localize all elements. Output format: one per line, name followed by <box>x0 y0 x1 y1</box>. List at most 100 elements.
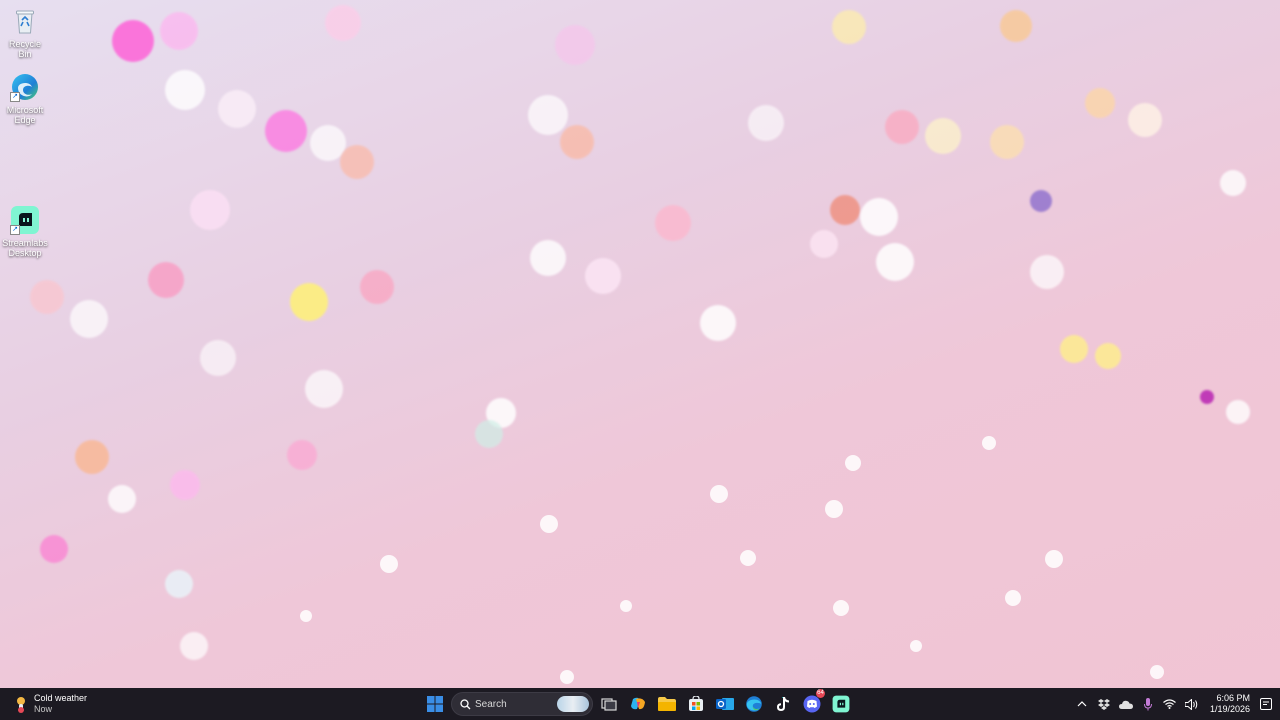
speaker-icon[interactable] <box>1182 694 1202 714</box>
edge-icon <box>746 696 762 712</box>
task-view-button[interactable] <box>596 691 622 717</box>
weather-sun-icon <box>12 694 30 714</box>
recycle-bin-icon <box>10 6 40 36</box>
bokeh-dot <box>876 243 914 281</box>
desktop-icon-streamlabs[interactable]: ↗ Streamlabs Desktop <box>2 205 48 258</box>
bokeh-dot <box>305 370 343 408</box>
bokeh-dot <box>75 440 109 474</box>
bokeh-dot <box>1200 390 1214 404</box>
bokeh-dot <box>165 570 193 598</box>
bokeh-dot <box>925 118 961 154</box>
taskbar-apps: Search 64 <box>422 689 857 717</box>
desktop-icon-label: Recycle Bin <box>8 39 41 59</box>
bokeh-dot <box>1000 10 1032 42</box>
bokeh-dot <box>700 305 736 341</box>
weather-widget[interactable]: Cold weather Now <box>12 692 87 716</box>
file-explorer-button[interactable] <box>654 691 680 717</box>
bokeh-dot <box>555 25 595 65</box>
bokeh-dot <box>885 110 919 144</box>
bokeh-dot <box>148 262 184 298</box>
sparkle <box>910 640 922 652</box>
weather-subtitle: Now <box>34 704 53 714</box>
task-view-icon <box>601 698 617 711</box>
taskbar-search[interactable]: Search <box>451 692 593 716</box>
bokeh-dot <box>287 440 317 470</box>
bokeh-dot <box>585 258 621 294</box>
sparkle <box>710 485 728 503</box>
weather-title: Cold weather <box>34 693 88 703</box>
bokeh-dot <box>180 632 208 660</box>
bokeh-dot <box>655 205 691 241</box>
bokeh-dot <box>160 12 198 50</box>
bokeh-dot <box>1095 343 1121 369</box>
streamlabs-icon: ↗ <box>10 205 40 235</box>
bokeh-dot <box>1128 103 1162 137</box>
sparkle <box>982 436 996 450</box>
wifi-icon[interactable] <box>1160 694 1180 714</box>
outlook-icon <box>716 698 734 710</box>
sparkle <box>1150 665 1164 679</box>
edge-icon: ↗ <box>10 72 40 102</box>
notification-bell-icon[interactable] <box>1256 694 1276 714</box>
bokeh-dot <box>108 485 136 513</box>
bokeh-dot <box>165 70 205 110</box>
bokeh-dot <box>528 95 568 135</box>
bokeh-dot <box>340 145 374 179</box>
bokeh-dot <box>560 125 594 159</box>
desktop-icon-edge[interactable]: ↗ Microsoft Edge <box>2 72 48 125</box>
tiktok-button[interactable] <box>770 691 796 717</box>
taskbar: Cold weather Now Search 64 6:06 PM 1/19/… <box>0 688 1280 720</box>
bokeh-dot <box>360 270 394 304</box>
sparkle <box>620 600 632 612</box>
search-highlight-icon <box>557 696 589 712</box>
bokeh-dot <box>1220 170 1246 196</box>
sparkle <box>540 515 558 533</box>
bokeh-dot <box>830 195 860 225</box>
taskbar-clock[interactable]: 6:06 PM 1/19/2026 <box>1210 693 1250 715</box>
shortcut-arrow-icon: ↗ <box>10 225 20 235</box>
store-icon <box>689 696 703 711</box>
bokeh-dot <box>30 280 64 314</box>
bokeh-dot <box>1060 335 1088 363</box>
bokeh-dot <box>1085 88 1115 118</box>
outlook-button[interactable] <box>712 691 738 717</box>
bokeh-dot <box>860 198 898 236</box>
bokeh-dot <box>1226 400 1250 424</box>
onedrive-icon[interactable] <box>1116 694 1136 714</box>
bokeh-dot <box>1030 255 1064 289</box>
bokeh-dot <box>290 283 328 321</box>
desktop-icon-label: Streamlabs Desktop <box>2 238 48 258</box>
sparkle <box>1005 590 1021 606</box>
bokeh-dot <box>990 125 1024 159</box>
sparkle <box>380 555 398 573</box>
dropbox-icon[interactable] <box>1094 694 1114 714</box>
bokeh-dot <box>748 105 784 141</box>
copilot-button[interactable] <box>625 691 651 717</box>
sparkle <box>833 600 849 616</box>
shortcut-arrow-icon: ↗ <box>10 92 20 102</box>
tiktok-icon <box>777 697 789 711</box>
sparkle <box>560 670 574 684</box>
sparkle <box>740 550 756 566</box>
desktop-icon-recycle-bin[interactable]: Recycle Bin <box>2 6 48 59</box>
discord-button[interactable]: 64 <box>799 689 825 717</box>
edge-taskbar-button[interactable] <box>741 691 767 717</box>
copilot-icon <box>631 697 645 710</box>
start-button[interactable] <box>422 691 448 717</box>
sparkle <box>300 610 312 622</box>
desktop-wallpaper: Recycle Bin ↗ Microsoft Edge ↗ Streamlab… <box>0 0 1280 688</box>
clock-date: 1/19/2026 <box>1209 704 1250 714</box>
bokeh-dot <box>475 420 503 448</box>
discord-notification-badge: 64 <box>816 689 825 698</box>
bokeh-dot <box>325 5 361 41</box>
microsoft-store-button[interactable] <box>683 691 709 717</box>
microphone-icon[interactable] <box>1138 694 1158 714</box>
sparkle <box>845 455 861 471</box>
chevron-up-icon[interactable] <box>1072 694 1092 714</box>
bokeh-dot <box>1030 190 1052 212</box>
bokeh-dot <box>265 110 307 152</box>
desktop-icon-label: Microsoft Edge <box>6 105 44 125</box>
search-label: Search <box>475 698 507 710</box>
streamlabs-taskbar-button[interactable] <box>828 691 854 717</box>
bokeh-dot <box>832 10 866 44</box>
